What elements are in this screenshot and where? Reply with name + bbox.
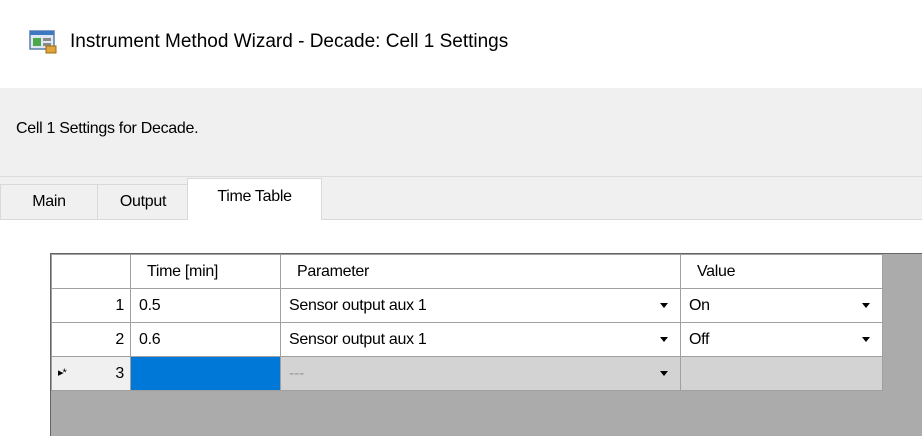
time-table: Time [min] Parameter Value 1 0.5 Sensor … <box>51 254 883 391</box>
parameter-placeholder: --- <box>289 364 305 382</box>
row-header[interactable]: 2 <box>51 322 131 357</box>
description-text: Cell 1 Settings for Decade. <box>16 120 199 137</box>
column-header-parameter[interactable]: Parameter <box>280 254 681 289</box>
row-header[interactable]: ▸* 3 <box>51 356 131 391</box>
time-cell-selected[interactable] <box>130 356 281 391</box>
parameter-cell[interactable]: Sensor output aux 1 <box>280 288 681 323</box>
time-table-grid: Time [min] Parameter Value 1 0.5 Sensor … <box>50 253 922 436</box>
window-title: Instrument Method Wizard - Decade: Cell … <box>70 31 509 52</box>
time-cell[interactable]: 0.6 <box>130 322 281 357</box>
tab-content: Time [min] Parameter Value 1 0.5 Sensor … <box>0 220 922 436</box>
column-header-time[interactable]: Time [min] <box>130 254 281 289</box>
table-row[interactable]: 1 0.5 Sensor output aux 1 On <box>51 288 883 323</box>
chevron-down-icon[interactable] <box>660 337 668 342</box>
value-cell[interactable]: Off <box>680 322 883 357</box>
parameter-value: Sensor output aux 1 <box>289 330 427 348</box>
chevron-down-icon[interactable] <box>660 303 668 308</box>
new-row[interactable]: ▸* 3 --- <box>51 356 883 391</box>
column-header-value[interactable]: Value <box>680 254 883 289</box>
new-row-marker-icon: ▸* <box>58 367 67 379</box>
row-number: 3 <box>115 364 124 382</box>
corner-header[interactable] <box>51 254 131 289</box>
parameter-cell[interactable]: Sensor output aux 1 <box>280 322 681 357</box>
title-bar: Instrument Method Wizard - Decade: Cell … <box>0 0 922 88</box>
value-cell[interactable] <box>680 356 883 391</box>
description-panel: Cell 1 Settings for Decade. <box>0 88 922 177</box>
parameter-cell[interactable]: --- <box>280 356 681 391</box>
row-header[interactable]: 1 <box>51 288 131 323</box>
chevron-down-icon[interactable] <box>862 303 870 308</box>
value-cell[interactable]: On <box>680 288 883 323</box>
tab-output[interactable]: Output <box>97 184 189 219</box>
chevron-down-icon[interactable] <box>862 337 870 342</box>
tab-time-table[interactable]: Time Table <box>187 178 322 220</box>
time-cell[interactable]: 0.5 <box>130 288 281 323</box>
header-row: Time [min] Parameter Value <box>51 254 883 289</box>
tab-strip: Main Output Time Table <box>0 176 922 220</box>
table-row[interactable]: 2 0.6 Sensor output aux 1 Off <box>51 322 883 357</box>
parameter-value: Sensor output aux 1 <box>289 296 427 314</box>
wizard-app-icon <box>29 30 57 54</box>
value-text: On <box>689 296 710 314</box>
value-text: Off <box>689 330 710 348</box>
chevron-down-icon[interactable] <box>660 371 668 376</box>
tab-main[interactable]: Main <box>0 184 98 219</box>
